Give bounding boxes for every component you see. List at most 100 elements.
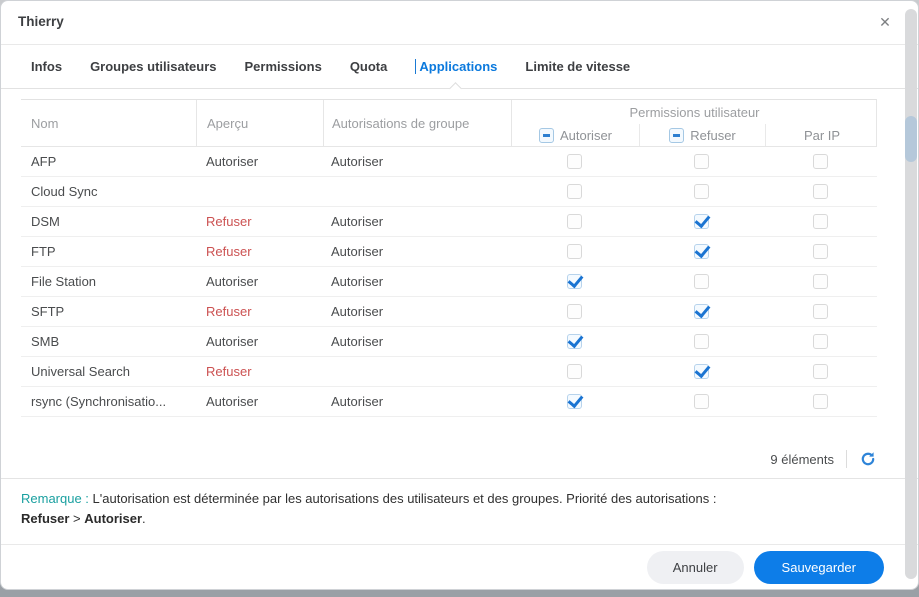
table-row[interactable]: File Station Autoriser Autoriser <box>21 267 877 297</box>
allow-checkbox[interactable] <box>567 214 582 229</box>
table-row[interactable]: SFTP Refuser Autoriser <box>21 297 877 327</box>
select-all-allow-checkbox[interactable] <box>538 127 554 143</box>
deny-checkbox[interactable] <box>693 154 709 169</box>
deny-checkbox[interactable] <box>693 334 709 349</box>
allow-checkbox[interactable] <box>567 334 582 349</box>
by-ip-cell <box>764 154 877 169</box>
pager-divider <box>846 450 847 468</box>
column-header-autorisations-groupe[interactable]: Autorisations de groupe <box>323 100 511 146</box>
table-row[interactable]: Universal Search Refuser <box>21 357 877 387</box>
by-ip-cell <box>764 334 877 349</box>
preview-value: Refuser <box>206 244 252 259</box>
by-ip-checkbox[interactable] <box>813 364 828 379</box>
table-row[interactable]: Cloud Sync <box>21 177 877 207</box>
app-name: FTP <box>31 244 56 259</box>
column-header-nom[interactable]: Nom <box>21 100 196 146</box>
table-row[interactable]: AFP Autoriser Autoriser <box>21 147 877 177</box>
note-text: L'autorisation est déterminée par les au… <box>88 491 717 506</box>
tab-bar: Infos Groupes utilisateurs Permissions Q… <box>1 44 918 89</box>
group-permission-value: Autoriser <box>331 214 384 229</box>
column-header-refuser: Refuser <box>639 124 765 146</box>
tab-limite-de-vitesse[interactable]: Limite de vitesse <box>525 44 630 88</box>
allow-checkbox[interactable] <box>567 394 582 409</box>
allow-cell <box>511 364 638 379</box>
allow-cell <box>511 184 638 199</box>
deny-checkbox[interactable] <box>693 394 709 409</box>
by-ip-cell <box>764 214 877 229</box>
column-header-apercu[interactable]: Aperçu <box>196 100 323 146</box>
group-permission-value: Autoriser <box>331 274 384 289</box>
app-name: Cloud Sync <box>31 184 98 199</box>
app-name: SFTP <box>31 304 65 319</box>
deny-checkbox[interactable] <box>693 184 709 199</box>
by-ip-checkbox[interactable] <box>813 184 828 199</box>
preview-value: Autoriser <box>206 154 259 169</box>
app-name: DSM <box>31 214 60 229</box>
permission-note: Remarque : L'autorisation est déterminée… <box>21 489 878 529</box>
select-all-deny-checkbox[interactable] <box>669 127 685 143</box>
app-name: rsync (Synchronisatio... <box>31 394 167 409</box>
deny-cell <box>638 394 764 409</box>
preview-value: Refuser <box>206 304 252 319</box>
by-ip-checkbox[interactable] <box>813 274 828 289</box>
deny-checkbox[interactable] <box>693 244 709 259</box>
by-ip-cell <box>764 304 877 319</box>
by-ip-checkbox[interactable] <box>813 304 828 319</box>
table-header: Nom Aperçu Autorisations de groupe Permi… <box>21 99 877 147</box>
tab-groupes-utilisateurs[interactable]: Groupes utilisateurs <box>90 44 216 88</box>
tab-quota[interactable]: Quota <box>350 44 388 88</box>
dialog-titlebar: Thierry ✕ <box>1 1 918 45</box>
app-name: SMB <box>31 334 60 349</box>
desktop-background: Thierry ✕ Infos Groupes utilisateurs Per… <box>0 0 919 597</box>
deny-cell <box>638 304 764 319</box>
tab-applications[interactable]: Applications <box>415 44 497 88</box>
close-icon[interactable]: ✕ <box>876 13 894 31</box>
deny-checkbox[interactable] <box>693 364 709 379</box>
by-ip-cell <box>764 244 877 259</box>
table-row[interactable]: DSM Refuser Autoriser <box>21 207 877 237</box>
app-name: AFP <box>31 154 57 169</box>
deny-checkbox[interactable] <box>693 274 709 289</box>
by-ip-checkbox[interactable] <box>813 394 828 409</box>
tab-permissions[interactable]: Permissions <box>244 44 321 88</box>
by-ip-checkbox[interactable] <box>813 214 828 229</box>
scrollbar-thumb[interactable] <box>905 116 917 162</box>
by-ip-checkbox[interactable] <box>813 334 828 349</box>
column-header-par-ip: Par IP <box>765 124 878 146</box>
group-permission-value: Autoriser <box>331 334 384 349</box>
allow-cell <box>511 214 638 229</box>
allow-checkbox[interactable] <box>567 154 582 169</box>
cancel-button[interactable]: Annuler <box>646 551 744 584</box>
group-permission-value: Autoriser <box>331 394 384 409</box>
by-ip-cell <box>764 184 877 199</box>
deny-cell <box>638 214 764 229</box>
allow-cell <box>511 274 638 289</box>
note-priority-allow: Autoriser <box>84 511 143 526</box>
by-ip-checkbox[interactable] <box>813 244 828 259</box>
allow-cell <box>511 334 638 349</box>
table-row[interactable]: SMB Autoriser Autoriser <box>21 327 877 357</box>
column-group-permissions-utilisateur: Permissions utilisateur Autoriser Refuse… <box>511 100 877 146</box>
tab-infos[interactable]: Infos <box>31 44 62 88</box>
save-button[interactable]: Sauvegarder <box>753 551 884 584</box>
preview-value: Refuser <box>206 364 252 379</box>
allow-checkbox[interactable] <box>567 244 582 259</box>
allow-checkbox[interactable] <box>567 274 582 289</box>
preview-value: Autoriser <box>206 334 259 349</box>
by-ip-checkbox[interactable] <box>813 154 828 169</box>
scrollbar[interactable] <box>905 9 917 579</box>
deny-checkbox[interactable] <box>693 304 709 319</box>
table-row[interactable]: rsync (Synchronisatio... Autoriser Autor… <box>21 387 877 417</box>
allow-checkbox[interactable] <box>567 184 582 199</box>
applications-permissions-table: Nom Aperçu Autorisations de groupe Permi… <box>21 99 877 417</box>
deny-cell <box>638 154 764 169</box>
preview-value: Autoriser <box>206 394 259 409</box>
allow-checkbox[interactable] <box>567 304 582 319</box>
deny-checkbox[interactable] <box>693 214 709 229</box>
allow-checkbox[interactable] <box>567 364 582 379</box>
by-ip-cell <box>764 274 877 289</box>
app-name: Universal Search <box>31 364 130 379</box>
refresh-button[interactable] <box>859 450 877 468</box>
table-body: AFP Autoriser Autoriser Cloud Sync DSM R… <box>21 147 877 417</box>
table-row[interactable]: FTP Refuser Autoriser <box>21 237 877 267</box>
